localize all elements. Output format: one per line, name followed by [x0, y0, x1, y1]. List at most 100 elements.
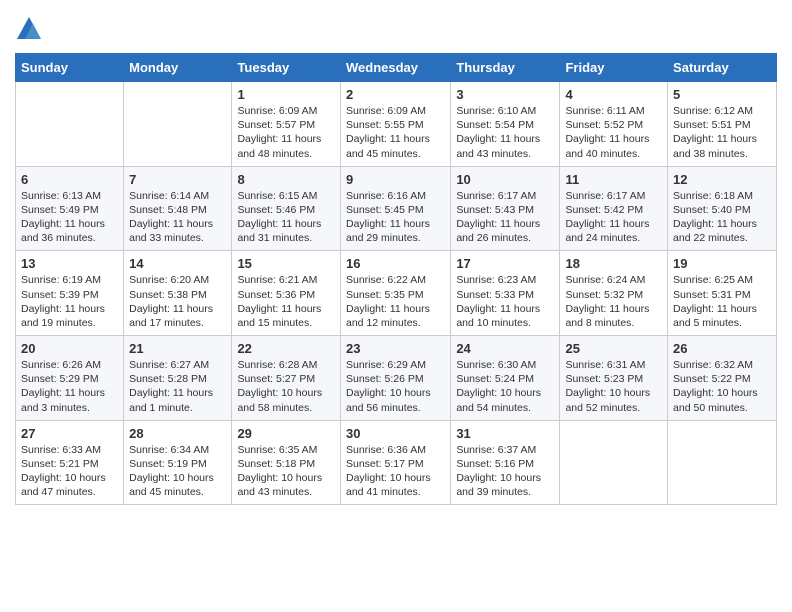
cell-content: Sunrise: 6:15 AM Sunset: 5:46 PM Dayligh…: [237, 189, 335, 246]
calendar-cell: 18 Sunrise: 6:24 AM Sunset: 5:32 PM Dayl…: [560, 251, 668, 336]
sunrise-text: Sunrise: 6:28 AM: [237, 359, 317, 371]
cell-content: Sunrise: 6:32 AM Sunset: 5:22 PM Dayligh…: [673, 358, 771, 415]
calendar-cell: 2 Sunrise: 6:09 AM Sunset: 5:55 PM Dayli…: [340, 82, 450, 167]
day-number: 18: [565, 256, 662, 271]
sunrise-text: Sunrise: 6:10 AM: [456, 105, 536, 117]
cell-content: Sunrise: 6:36 AM Sunset: 5:17 PM Dayligh…: [346, 443, 445, 500]
cell-content: Sunrise: 6:17 AM Sunset: 5:42 PM Dayligh…: [565, 189, 662, 246]
daylight-text: Daylight: 11 hours and 22 minutes.: [673, 218, 757, 244]
cell-content: Sunrise: 6:18 AM Sunset: 5:40 PM Dayligh…: [673, 189, 771, 246]
sunset-text: Sunset: 5:51 PM: [673, 119, 751, 131]
cell-content: Sunrise: 6:09 AM Sunset: 5:55 PM Dayligh…: [346, 104, 445, 161]
sunrise-text: Sunrise: 6:20 AM: [129, 274, 209, 286]
sunset-text: Sunset: 5:54 PM: [456, 119, 534, 131]
calendar-cell: [16, 82, 124, 167]
day-number: 5: [673, 87, 771, 102]
daylight-text: Daylight: 11 hours and 24 minutes.: [565, 218, 649, 244]
cell-content: Sunrise: 6:25 AM Sunset: 5:31 PM Dayligh…: [673, 273, 771, 330]
cell-content: Sunrise: 6:09 AM Sunset: 5:57 PM Dayligh…: [237, 104, 335, 161]
sunrise-text: Sunrise: 6:19 AM: [21, 274, 101, 286]
calendar-cell: 29 Sunrise: 6:35 AM Sunset: 5:18 PM Dayl…: [232, 420, 341, 505]
sunrise-text: Sunrise: 6:27 AM: [129, 359, 209, 371]
cell-content: Sunrise: 6:11 AM Sunset: 5:52 PM Dayligh…: [565, 104, 662, 161]
sunrise-text: Sunrise: 6:35 AM: [237, 444, 317, 456]
calendar-cell: 9 Sunrise: 6:16 AM Sunset: 5:45 PM Dayli…: [340, 166, 450, 251]
cell-content: Sunrise: 6:20 AM Sunset: 5:38 PM Dayligh…: [129, 273, 226, 330]
sunset-text: Sunset: 5:31 PM: [673, 289, 751, 301]
daylight-text: Daylight: 10 hours and 50 minutes.: [673, 387, 758, 413]
sunset-text: Sunset: 5:55 PM: [346, 119, 424, 131]
daylight-text: Daylight: 11 hours and 19 minutes.: [21, 303, 105, 329]
calendar-cell: 15 Sunrise: 6:21 AM Sunset: 5:36 PM Dayl…: [232, 251, 341, 336]
daylight-text: Daylight: 11 hours and 43 minutes.: [456, 133, 540, 159]
day-number: 12: [673, 172, 771, 187]
sunset-text: Sunset: 5:40 PM: [673, 204, 751, 216]
cell-content: Sunrise: 6:14 AM Sunset: 5:48 PM Dayligh…: [129, 189, 226, 246]
daylight-text: Daylight: 11 hours and 26 minutes.: [456, 218, 540, 244]
calendar-table: SundayMondayTuesdayWednesdayThursdayFrid…: [15, 53, 777, 505]
daylight-text: Daylight: 11 hours and 48 minutes.: [237, 133, 321, 159]
daylight-text: Daylight: 11 hours and 17 minutes.: [129, 303, 213, 329]
daylight-text: Daylight: 11 hours and 3 minutes.: [21, 387, 105, 413]
daylight-text: Daylight: 11 hours and 38 minutes.: [673, 133, 757, 159]
sunset-text: Sunset: 5:39 PM: [21, 289, 99, 301]
daylight-text: Daylight: 10 hours and 45 minutes.: [129, 472, 214, 498]
sunset-text: Sunset: 5:21 PM: [21, 458, 99, 470]
daylight-text: Daylight: 11 hours and 45 minutes.: [346, 133, 430, 159]
calendar-row: 13 Sunrise: 6:19 AM Sunset: 5:39 PM Dayl…: [16, 251, 777, 336]
header-monday: Monday: [124, 54, 232, 82]
calendar-cell: 11 Sunrise: 6:17 AM Sunset: 5:42 PM Dayl…: [560, 166, 668, 251]
day-number: 3: [456, 87, 554, 102]
cell-content: Sunrise: 6:10 AM Sunset: 5:54 PM Dayligh…: [456, 104, 554, 161]
daylight-text: Daylight: 11 hours and 29 minutes.: [346, 218, 430, 244]
header-tuesday: Tuesday: [232, 54, 341, 82]
day-number: 8: [237, 172, 335, 187]
sunrise-text: Sunrise: 6:14 AM: [129, 190, 209, 202]
calendar-cell: 7 Sunrise: 6:14 AM Sunset: 5:48 PM Dayli…: [124, 166, 232, 251]
sunrise-text: Sunrise: 6:25 AM: [673, 274, 753, 286]
sunrise-text: Sunrise: 6:15 AM: [237, 190, 317, 202]
daylight-text: Daylight: 11 hours and 40 minutes.: [565, 133, 649, 159]
day-number: 30: [346, 426, 445, 441]
sunset-text: Sunset: 5:45 PM: [346, 204, 424, 216]
sunset-text: Sunset: 5:43 PM: [456, 204, 534, 216]
daylight-text: Daylight: 11 hours and 5 minutes.: [673, 303, 757, 329]
logo-icon: [15, 15, 43, 43]
sunset-text: Sunset: 5:49 PM: [21, 204, 99, 216]
sunrise-text: Sunrise: 6:37 AM: [456, 444, 536, 456]
calendar-cell: 3 Sunrise: 6:10 AM Sunset: 5:54 PM Dayli…: [451, 82, 560, 167]
sunset-text: Sunset: 5:26 PM: [346, 373, 424, 385]
calendar-cell: 27 Sunrise: 6:33 AM Sunset: 5:21 PM Dayl…: [16, 420, 124, 505]
sunset-text: Sunset: 5:36 PM: [237, 289, 315, 301]
calendar-cell: 14 Sunrise: 6:20 AM Sunset: 5:38 PM Dayl…: [124, 251, 232, 336]
sunrise-text: Sunrise: 6:18 AM: [673, 190, 753, 202]
sunset-text: Sunset: 5:38 PM: [129, 289, 207, 301]
daylight-text: Daylight: 11 hours and 12 minutes.: [346, 303, 430, 329]
daylight-text: Daylight: 11 hours and 1 minute.: [129, 387, 213, 413]
sunset-text: Sunset: 5:48 PM: [129, 204, 207, 216]
sunrise-text: Sunrise: 6:11 AM: [565, 105, 644, 117]
sunset-text: Sunset: 5:23 PM: [565, 373, 643, 385]
sunrise-text: Sunrise: 6:34 AM: [129, 444, 209, 456]
day-number: 29: [237, 426, 335, 441]
cell-content: Sunrise: 6:16 AM Sunset: 5:45 PM Dayligh…: [346, 189, 445, 246]
day-number: 2: [346, 87, 445, 102]
sunset-text: Sunset: 5:18 PM: [237, 458, 315, 470]
sunset-text: Sunset: 5:27 PM: [237, 373, 315, 385]
day-number: 10: [456, 172, 554, 187]
calendar-cell: 31 Sunrise: 6:37 AM Sunset: 5:16 PM Dayl…: [451, 420, 560, 505]
daylight-text: Daylight: 10 hours and 54 minutes.: [456, 387, 541, 413]
day-number: 13: [21, 256, 118, 271]
calendar-cell: 22 Sunrise: 6:28 AM Sunset: 5:27 PM Dayl…: [232, 336, 341, 421]
calendar-cell: 13 Sunrise: 6:19 AM Sunset: 5:39 PM Dayl…: [16, 251, 124, 336]
sunset-text: Sunset: 5:19 PM: [129, 458, 207, 470]
calendar-cell: 19 Sunrise: 6:25 AM Sunset: 5:31 PM Dayl…: [668, 251, 777, 336]
calendar-cell: 8 Sunrise: 6:15 AM Sunset: 5:46 PM Dayli…: [232, 166, 341, 251]
cell-content: Sunrise: 6:31 AM Sunset: 5:23 PM Dayligh…: [565, 358, 662, 415]
cell-content: Sunrise: 6:23 AM Sunset: 5:33 PM Dayligh…: [456, 273, 554, 330]
sunrise-text: Sunrise: 6:21 AM: [237, 274, 317, 286]
cell-content: Sunrise: 6:22 AM Sunset: 5:35 PM Dayligh…: [346, 273, 445, 330]
header-wednesday: Wednesday: [340, 54, 450, 82]
calendar-row: 27 Sunrise: 6:33 AM Sunset: 5:21 PM Dayl…: [16, 420, 777, 505]
sunset-text: Sunset: 5:52 PM: [565, 119, 643, 131]
